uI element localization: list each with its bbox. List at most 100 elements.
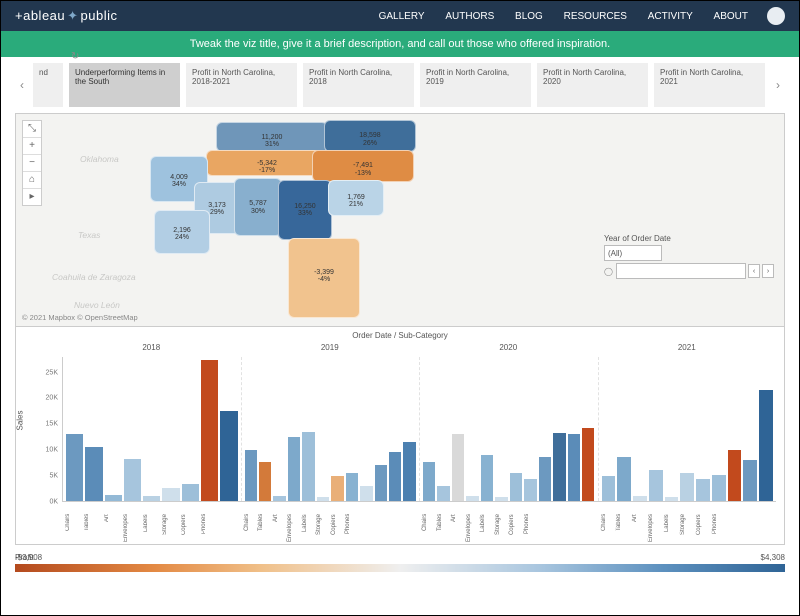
- bar-chart-yaxis: 0K5K10K15K20K25K: [40, 357, 60, 502]
- bar[interactable]: [728, 450, 742, 501]
- bar[interactable]: [649, 470, 663, 501]
- bar[interactable]: [201, 360, 218, 501]
- story-tab-3[interactable]: Profit in North Carolina, 2018: [303, 63, 416, 107]
- bar[interactable]: [162, 488, 179, 501]
- state-kentucky[interactable]: 11,20031%: [216, 122, 328, 152]
- bar[interactable]: [466, 496, 478, 501]
- state-north-carolina[interactable]: -7,491-13%: [312, 150, 414, 182]
- bar[interactable]: [437, 486, 449, 501]
- bar[interactable]: [696, 479, 710, 501]
- bar[interactable]: [568, 434, 580, 501]
- nav-link-gallery[interactable]: GALLERY: [379, 11, 425, 22]
- bar[interactable]: [481, 455, 493, 501]
- bar[interactable]: [245, 450, 257, 501]
- story-tab-0[interactable]: nd: [33, 63, 65, 107]
- bar[interactable]: [602, 476, 616, 501]
- bar[interactable]: [124, 459, 141, 501]
- bar[interactable]: [510, 473, 522, 501]
- refresh-icon[interactable]: ↻: [71, 51, 79, 63]
- bar[interactable]: [288, 437, 300, 501]
- bar-group-2018: [63, 357, 242, 501]
- map-play-icon[interactable]: ▸: [23, 189, 41, 205]
- bar[interactable]: [259, 462, 271, 501]
- bar[interactable]: [617, 457, 631, 501]
- story-tab-2[interactable]: Profit in North Carolina, 2018-2021: [186, 63, 299, 107]
- state-florida[interactable]: -3,399-4%: [288, 238, 360, 318]
- bg-label: Coahuila de Zaragoza: [52, 272, 136, 282]
- nav-link-authors[interactable]: AUTHORS: [445, 11, 494, 22]
- bar[interactable]: [331, 476, 343, 501]
- bar[interactable]: [582, 428, 594, 501]
- story-prev-button[interactable]: ‹: [15, 63, 29, 107]
- year-prev-button[interactable]: ‹: [748, 264, 760, 278]
- bar-xlabel: Tables: [258, 514, 271, 542]
- bar-xlabel: [727, 514, 741, 542]
- bar[interactable]: [182, 484, 199, 501]
- bg-label: Texas: [78, 230, 100, 240]
- bar[interactable]: [375, 465, 387, 501]
- bar[interactable]: [66, 434, 83, 501]
- year-filter-select[interactable]: (All): [604, 245, 662, 261]
- bar[interactable]: [360, 486, 372, 501]
- bar-chart-year-headers: 2018 2019 2020 2021: [62, 343, 776, 352]
- year-filter-slider[interactable]: [616, 263, 746, 279]
- avatar[interactable]: [767, 7, 785, 25]
- bar[interactable]: [143, 496, 160, 501]
- bar[interactable]: [317, 497, 329, 501]
- state-south-carolina[interactable]: 1,76921%: [328, 180, 384, 216]
- bar[interactable]: [759, 390, 773, 501]
- bar[interactable]: [389, 452, 401, 501]
- bar-xlabel: Storage: [495, 514, 508, 542]
- bar[interactable]: [273, 496, 285, 501]
- map-zoom-in-icon[interactable]: +: [23, 138, 41, 155]
- story-tab-5[interactable]: Profit in North Carolina, 2020: [537, 63, 650, 107]
- map-panel[interactable]: ⤡ + − ⌂ ▸ Oklahoma Texas Coahuila de Zar…: [15, 113, 785, 327]
- bar[interactable]: [539, 457, 551, 501]
- bar[interactable]: [553, 433, 565, 501]
- bar[interactable]: [85, 447, 102, 501]
- map-zoom-out-icon[interactable]: −: [23, 155, 41, 172]
- year-next-button[interactable]: ›: [762, 264, 774, 278]
- bar[interactable]: [105, 495, 122, 501]
- bar[interactable]: [346, 473, 358, 501]
- bar[interactable]: [403, 442, 415, 501]
- story-tab-4[interactable]: Profit in North Carolina, 2019: [420, 63, 533, 107]
- slider-handle-icon[interactable]: ◯: [604, 267, 614, 276]
- map-search-icon[interactable]: ⤡: [23, 121, 41, 138]
- bar[interactable]: [680, 473, 694, 501]
- bar[interactable]: [452, 434, 464, 501]
- bg-label: Oklahoma: [80, 154, 119, 164]
- state-georgia[interactable]: 16,25033%: [278, 180, 332, 240]
- bar[interactable]: [743, 460, 757, 501]
- bg-label: Nuevo León: [74, 300, 120, 310]
- state-virginia[interactable]: 18,59826%: [324, 120, 416, 152]
- nav-link-activity[interactable]: ACTIVITY: [648, 11, 693, 22]
- bar[interactable]: [712, 475, 726, 501]
- bar[interactable]: [495, 497, 507, 501]
- bar[interactable]: [524, 479, 536, 501]
- nav-link-resources[interactable]: RESOURCES: [564, 11, 627, 22]
- bar[interactable]: [423, 462, 435, 501]
- state-tennessee[interactable]: -5,342-17%: [206, 150, 328, 176]
- nav-link-about[interactable]: ABOUT: [714, 11, 748, 22]
- state-louisiana[interactable]: 2,19624%: [154, 210, 210, 254]
- ytick: 20K: [46, 395, 58, 402]
- story-next-button[interactable]: ›: [771, 63, 785, 107]
- bar-xlabel: Tables: [437, 514, 450, 542]
- bar-xlabel: Copiers: [181, 514, 198, 542]
- bar[interactable]: [633, 496, 647, 501]
- bar-chart: Order Date / Sub-Category 2018 2019 2020…: [15, 327, 785, 545]
- bar[interactable]: [302, 432, 314, 501]
- story-tab-1[interactable]: ↻ Underperforming Items in the South: [69, 63, 182, 107]
- bar-xlabel: [759, 514, 773, 542]
- bar[interactable]: [665, 497, 679, 501]
- map-home-icon[interactable]: ⌂: [23, 172, 41, 189]
- bar[interactable]: [220, 411, 237, 501]
- logo[interactable]: +ableau✦public: [15, 8, 118, 24]
- profit-legend-min: -$3,908: [15, 553, 42, 562]
- bar-group-2021: [599, 357, 777, 501]
- nav-link-blog[interactable]: BLOG: [515, 11, 543, 22]
- bar-chart-ylabel: Sales: [16, 410, 25, 430]
- bar-xlabel: [538, 514, 551, 542]
- story-tab-6[interactable]: Profit in North Carolina, 2021: [654, 63, 767, 107]
